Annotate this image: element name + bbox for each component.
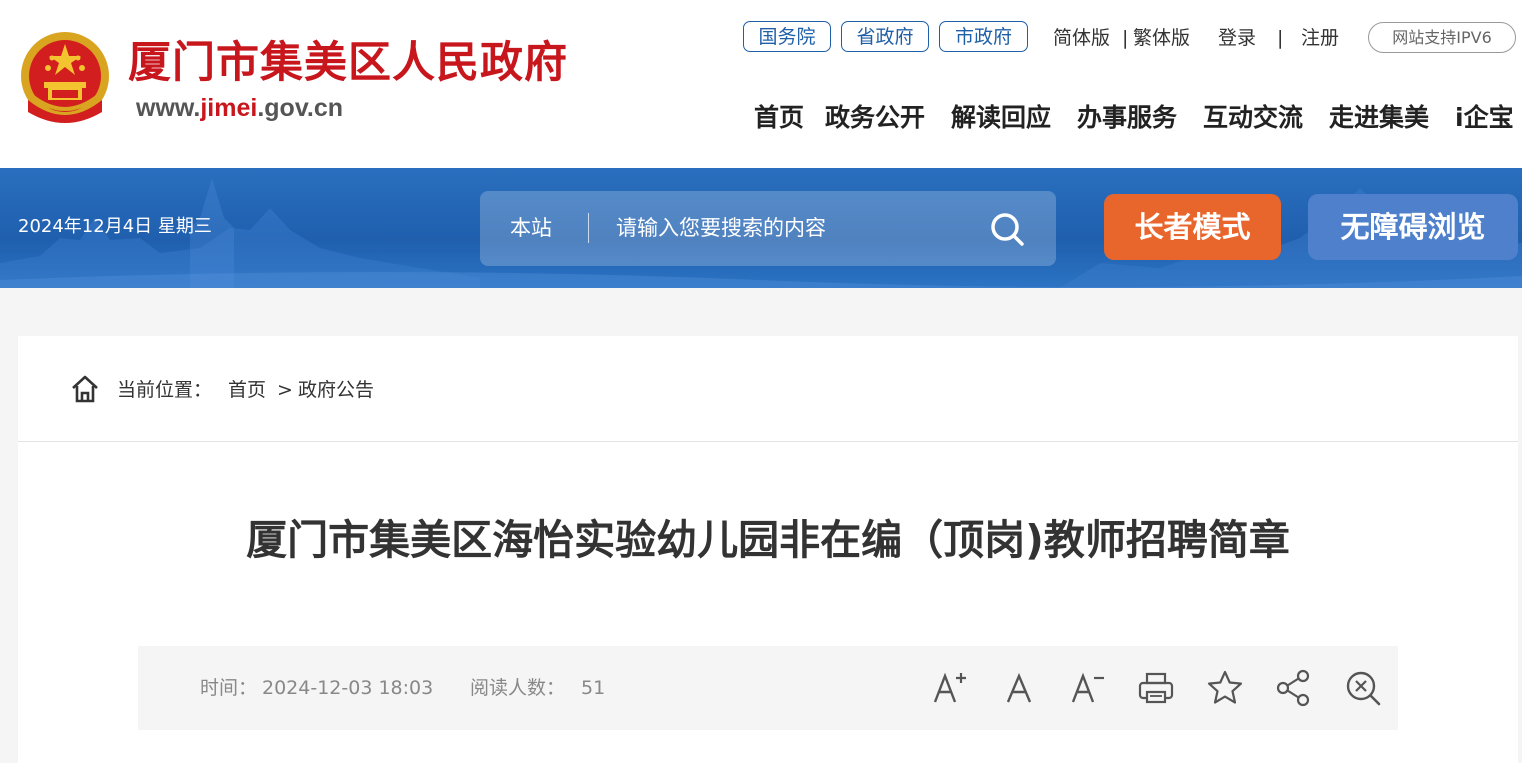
url-prefix: www. [136,94,201,122]
current-date: 2024年12月4日 星期三 [18,216,212,237]
link-traditional-chinese[interactable]: 繁体版 [1133,24,1190,52]
search-banner: 2024年12月4日 星期三 本站 长者模式 无障碍浏览 [0,168,1522,288]
link-simplified-chinese[interactable]: 简体版 [1053,24,1110,52]
share-icon[interactable] [1274,668,1314,708]
site-url: www.jimei.gov.cn [136,92,343,124]
print-icon[interactable] [1136,668,1176,708]
breadcrumb-home[interactable]: 首页 [228,376,266,404]
search-box: 本站 [480,191,1056,266]
search-divider [588,213,589,243]
login-link[interactable]: 登录 [1218,24,1256,52]
nav-government-affairs[interactable]: 政务公开 [825,101,925,135]
search-scope-selector[interactable]: 本站 [510,213,552,243]
article-container: 当前位置： 首页 > 政府公告 厦门市集美区海怡实验幼儿园非在编（顶岗)教师招聘… [18,336,1518,763]
ipv6-badge: 网站支持IPV6 [1368,22,1516,53]
breadcrumb-separator: > [277,379,293,401]
link-municipal-government[interactable]: 市政府 [939,21,1028,52]
elder-mode-button[interactable]: 长者模式 [1104,194,1281,260]
read-count-label: 阅读人数： [470,677,566,699]
register-link[interactable]: 注册 [1301,24,1339,52]
home-icon [72,375,98,403]
nav-services[interactable]: 办事服务 [1077,101,1177,135]
url-suffix: .gov.cn [257,94,344,122]
lang-separator: | [1122,27,1129,49]
publish-time-label: 时间： [200,677,258,699]
national-emblem-logo[interactable] [18,30,112,128]
font-default-icon[interactable] [999,668,1039,708]
search-icon[interactable] [986,208,1028,250]
font-increase-icon[interactable] [929,668,969,708]
site-title[interactable]: 厦门市集美区人民政府 [128,36,568,90]
nav-i-enterprise[interactable]: i企宝 [1455,101,1514,135]
nav-interaction[interactable]: 互动交流 [1203,101,1303,135]
publish-time: 2024-12-03 18:03 [262,677,434,699]
search-input[interactable] [616,213,966,243]
read-count: 51 [581,677,606,699]
close-zoom-icon[interactable] [1343,668,1383,708]
article-meta-bar: 时间： 2024-12-03 18:03 阅读人数： 51 [138,646,1398,730]
nav-interpretation[interactable]: 解读回应 [951,101,1051,135]
font-decrease-icon[interactable] [1067,668,1107,708]
accessible-browsing-button[interactable]: 无障碍浏览 [1308,194,1518,260]
url-highlight: jimei [200,94,258,122]
auth-separator: | [1277,27,1284,49]
nav-about-jimei[interactable]: 走进集美 [1329,101,1429,135]
breadcrumb-label: 当前位置： [117,379,213,401]
star-icon[interactable] [1205,668,1245,708]
link-provincial-government[interactable]: 省政府 [841,21,929,52]
article-title: 厦门市集美区海怡实验幼儿园非在编（顶岗)教师招聘简章 [246,516,1290,564]
breadcrumb: 当前位置： 首页 > 政府公告 [18,336,1518,442]
link-state-council[interactable]: 国务院 [743,21,831,52]
site-header: 厦门市集美区人民政府 www.jimei.gov.cn 国务院 省政府 市政府 … [0,0,1522,168]
breadcrumb-current[interactable]: 政府公告 [298,376,374,404]
nav-home[interactable]: 首页 [754,101,804,135]
